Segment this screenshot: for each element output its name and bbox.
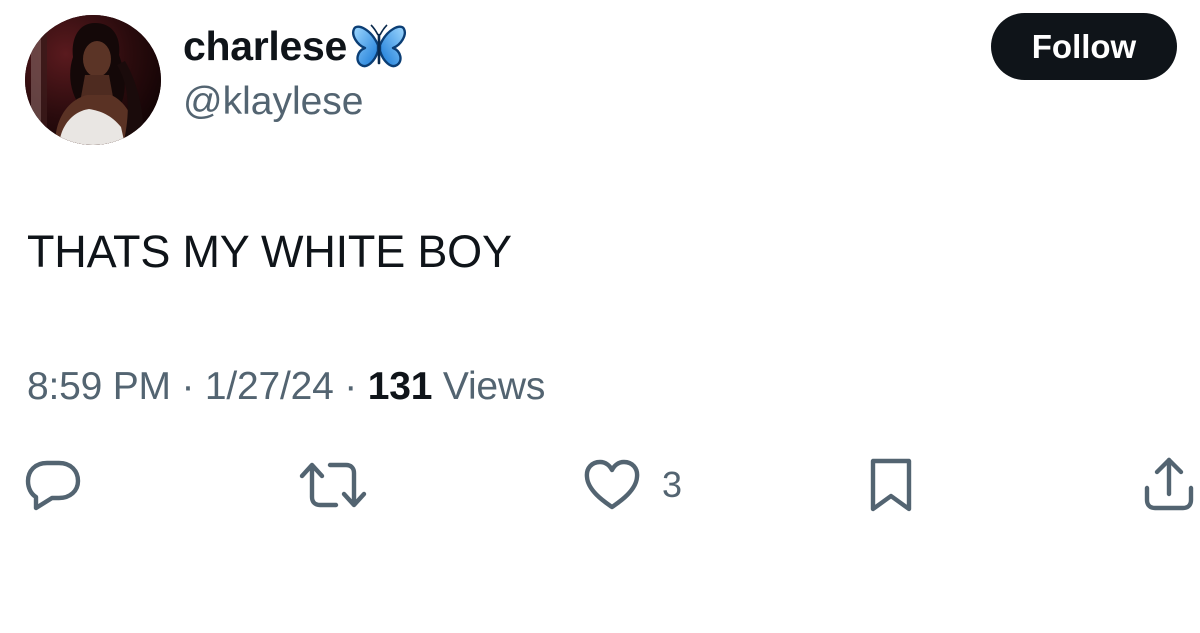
display-name[interactable]: charlese	[183, 25, 347, 67]
share-icon	[1144, 457, 1194, 511]
bookmark-button[interactable]	[863, 455, 919, 515]
heart-icon	[584, 459, 640, 510]
retweet-icon	[299, 462, 367, 508]
avatar-photo	[25, 15, 161, 145]
bookmark-icon	[870, 458, 912, 512]
tweet-time[interactable]: 8:59 PM	[27, 365, 171, 408]
avatar[interactable]	[25, 15, 161, 145]
share-button[interactable]	[1140, 455, 1198, 515]
author-handle[interactable]: @klaylese	[183, 82, 364, 121]
like-button[interactable]: 3	[582, 455, 682, 515]
meta-separator: ·	[344, 365, 358, 408]
follow-button[interactable]: Follow	[991, 13, 1177, 80]
reply-icon	[25, 460, 81, 511]
tweet-meta: 8:59 PM · 1/27/24 · 131 Views	[27, 364, 545, 411]
meta-separator: ·	[181, 365, 195, 408]
reply-button[interactable]	[22, 455, 104, 515]
tweet-date[interactable]: 1/27/24	[205, 365, 334, 408]
like-count: 3	[662, 464, 683, 505]
author-name-row[interactable]: charlese	[183, 18, 407, 74]
views-count[interactable]: 131	[368, 365, 433, 408]
retweet-button[interactable]	[298, 455, 388, 515]
butterfly-icon	[351, 21, 407, 71]
tweet-text: THATS MY WHITE BOY	[27, 226, 512, 277]
views-label: Views	[442, 365, 546, 408]
